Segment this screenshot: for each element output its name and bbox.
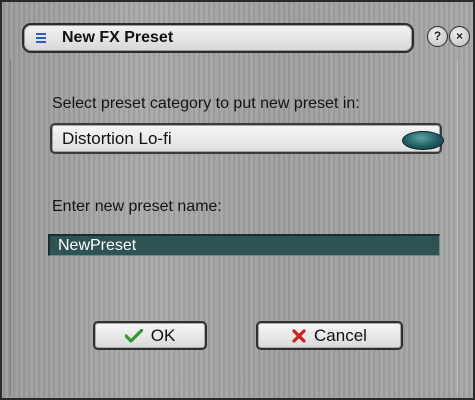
category-dropdown[interactable]: Distortion Lo-fi bbox=[50, 123, 444, 154]
menu-icon[interactable] bbox=[36, 33, 46, 43]
help-icon: ? bbox=[433, 29, 442, 43]
cancel-label: Cancel bbox=[314, 325, 367, 345]
close-icon: × bbox=[455, 29, 463, 43]
category-selected-value: Distortion Lo-fi bbox=[62, 129, 172, 148]
ok-label: OK bbox=[150, 325, 176, 345]
cancel-button[interactable]: Cancel bbox=[256, 321, 403, 350]
ok-button[interactable]: OK bbox=[93, 321, 207, 350]
close-button[interactable]: × bbox=[449, 26, 470, 47]
dropdown-knob-icon[interactable] bbox=[402, 131, 444, 150]
checkmark-icon bbox=[124, 328, 143, 343]
dialog-title: New FX Preset bbox=[62, 29, 174, 46]
x-mark-icon bbox=[292, 328, 306, 343]
preset-name-label: Enter new preset name: bbox=[52, 198, 222, 215]
preset-name-input[interactable] bbox=[48, 234, 440, 256]
help-button[interactable]: ? bbox=[427, 26, 448, 47]
new-fx-preset-dialog: New FX Preset ? × Select preset category… bbox=[0, 0, 475, 400]
category-label: Select preset category to put new preset… bbox=[52, 95, 360, 112]
title-bar[interactable]: New FX Preset bbox=[22, 23, 414, 53]
